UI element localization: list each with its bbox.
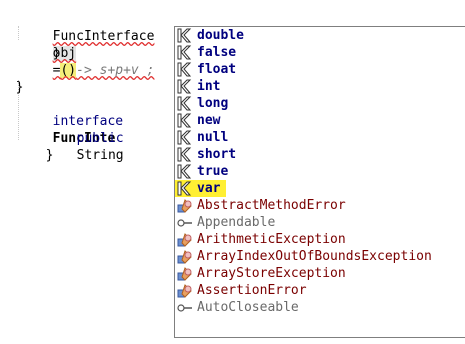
completion-item-label: double [197,28,244,43]
completion-item-arithmeticexception[interactable]: ArithmeticException [175,231,465,248]
keyword-icon [177,113,193,128]
code-line-2[interactable]: } [37,28,61,61]
completion-item-label: AutoCloseable [197,300,299,315]
completion-item-null[interactable]: null [175,129,465,146]
completion-item-double[interactable]: double [175,27,465,44]
completion-item-label: int [197,79,221,94]
code-line-1[interactable]: FuncInterface obj =()-> s+p+v ; [37,11,154,78]
keyword-icon [177,181,193,196]
completion-item-label: float [197,62,237,77]
completion-item-new[interactable]: new [175,112,465,129]
return-type: String [76,148,124,163]
class-icon [177,232,193,247]
class-icon [177,198,193,213]
completion-item-label: null [197,130,229,145]
code-line-6[interactable]: } [30,130,54,163]
code-line-5[interactable]: public String [61,113,124,163]
keyword-icon [177,28,193,43]
completion-item-label: long [197,96,229,111]
completion-item-long[interactable]: long [175,95,465,112]
class-icon [177,249,193,264]
completion-item-label: ArithmeticException [197,232,346,247]
completion-item-abstractmethoderror[interactable]: AbstractMethodError [175,197,465,214]
lambda-parens: () [60,63,77,78]
keyword-icon [177,147,193,162]
completion-item-label: new [197,113,221,128]
keyword-icon [177,164,193,179]
class-icon [177,283,193,298]
code-completion-popup[interactable]: double false float int long new null short true v… [174,26,465,338]
lambda-body: -> s+p+v ; [76,63,155,78]
completion-item-label: ArrayStoreException [197,266,346,281]
completion-item-arrayindexoutofboundsexception[interactable]: ArrayIndexOutOfBoundsException [175,248,465,265]
class-icon [177,266,193,281]
completion-item-label: false [197,45,237,60]
keyword-icon [177,130,193,145]
code-line-4[interactable]: interface FuncInte [37,96,123,146]
completion-item-true[interactable]: true [175,163,465,180]
completion-item-appendable[interactable]: Appendable [175,214,465,231]
completion-item-label: var [197,181,221,196]
completion-item-assertionerror[interactable]: AssertionError [175,282,465,299]
keyword-icon [177,45,193,60]
completion-item-label: AbstractMethodError [197,198,346,213]
completion-item-label: short [197,147,237,162]
completion-item-var[interactable]: var [175,180,227,197]
closing-brace: } [15,80,24,95]
completion-item-label: ArrayIndexOutOfBoundsException [197,249,432,264]
indent-guide [18,26,19,40]
completion-item-short[interactable]: short [175,146,465,163]
keyword-icon [177,79,193,94]
interface-icon [177,215,193,230]
completion-item-false[interactable]: false [175,44,465,61]
completion-item-arraystoreexception[interactable]: ArrayStoreException [175,265,465,282]
closing-brace: } [45,148,54,163]
completion-item-label: Appendable [197,215,276,230]
interface-icon [177,300,193,315]
keyword-icon [177,62,193,77]
completion-item-label: true [197,164,229,179]
public-modifier: public [76,131,124,146]
code-line-3[interactable]: } [0,62,24,95]
completion-item-autocloseable[interactable]: AutoCloseable [175,299,465,316]
keyword-icon [177,96,193,111]
closing-brace: } [52,46,61,61]
type-name: FuncInterface [52,29,155,44]
completion-item-float[interactable]: float [175,61,465,78]
completion-item-label: AssertionError [197,283,307,298]
completion-item-int[interactable]: int [175,78,465,95]
